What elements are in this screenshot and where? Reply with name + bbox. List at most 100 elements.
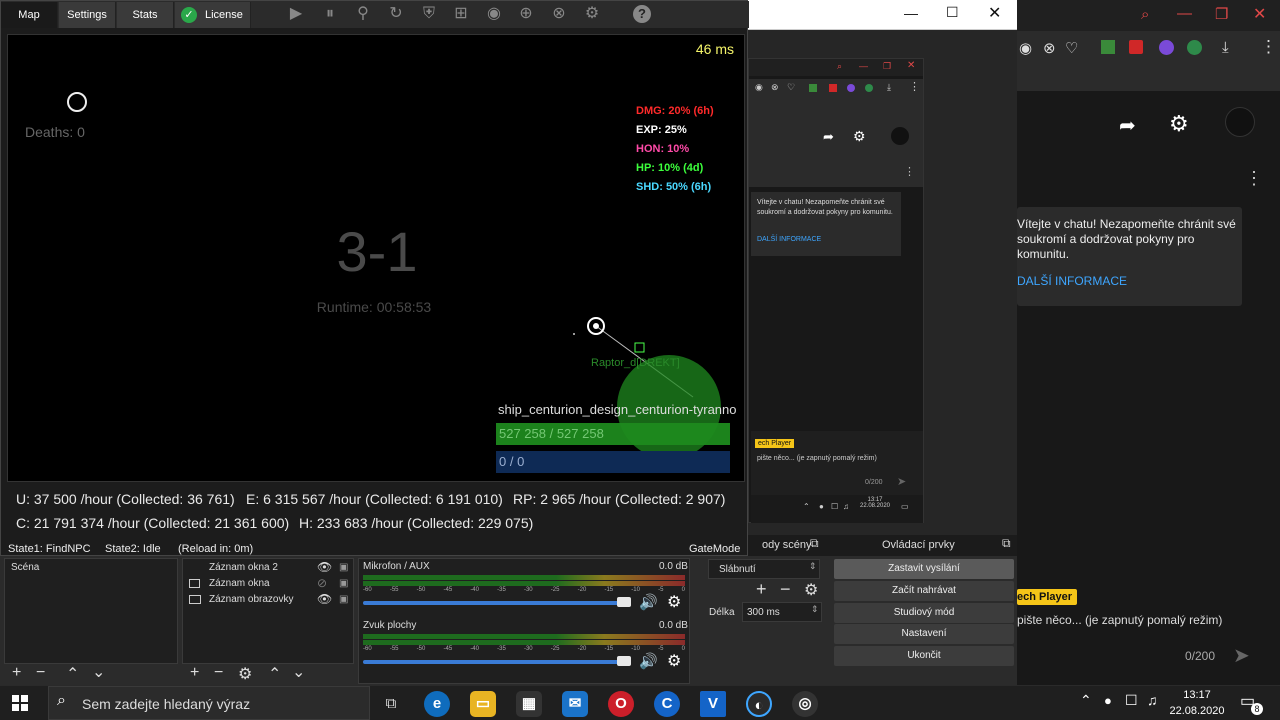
pin-icon[interactable]: ⚲ [352, 4, 374, 24]
volume-slider-handle[interactable] [617, 597, 631, 607]
refresh-icon[interactable]: ↻ [385, 4, 407, 24]
tab-stats[interactable]: Stats [117, 2, 174, 28]
volume-slider[interactable] [363, 660, 631, 664]
restore-icon[interactable]: ❐ [1215, 5, 1228, 23]
close-circle-icon[interactable]: ⊗ [548, 4, 570, 24]
spin-arrows-icon[interactable]: ⇕ [811, 604, 819, 615]
taskbar: ⌕ Sem zadejte hledaný výraz ⧉ e ▭ ▦ ✉ O … [0, 685, 1280, 720]
undock-icon[interactable]: ⧉ [810, 536, 819, 551]
help-icon[interactable]: ? [633, 5, 651, 23]
scene-item[interactable]: Scéna [11, 562, 39, 573]
volume-meter [363, 575, 685, 580]
send-icon[interactable]: ➤ [1233, 643, 1250, 668]
shield-icon[interactable]: ⛨ [418, 4, 440, 24]
extension-purple-icon[interactable] [1159, 40, 1174, 55]
studio-mode-button[interactable]: Studiový mód [834, 603, 1014, 623]
mail-icon[interactable]: ✉ [562, 691, 588, 717]
obs-icon[interactable]: ◎ [792, 691, 818, 717]
app-c-icon[interactable]: C [654, 691, 680, 717]
share-icon[interactable]: ➦ [1119, 113, 1136, 138]
avatar[interactable] [1225, 107, 1255, 137]
pause-icon[interactable]: ⏸ [319, 4, 341, 24]
chat-menu-icon[interactable]: ⋮ [1245, 168, 1263, 189]
extension-red-icon[interactable] [1129, 40, 1143, 54]
add-icon[interactable]: + [190, 664, 199, 682]
remove-icon[interactable]: − [36, 664, 45, 682]
move-down-icon[interactable]: ⌄ [92, 662, 105, 682]
chat-input[interactable]: pište něco... (je zapnutý pomalý režim) [1017, 613, 1222, 627]
volume-meter [363, 581, 685, 586]
opera-icon[interactable]: O [608, 691, 634, 717]
lock-icon[interactable]: ▣ [339, 578, 348, 589]
eye-icon[interactable]: ◉ [483, 4, 505, 24]
minimap[interactable]: 46 ms Deaths: 0 DMG: 20% (6h) EXP: 25% H… [7, 34, 745, 482]
remove-icon[interactable]: − [214, 664, 223, 682]
close-icon[interactable]: ✕ [1253, 4, 1266, 24]
edge-icon[interactable]: e [424, 691, 450, 717]
meter-tick: -15 [604, 587, 614, 593]
tray-chevron-icon[interactable]: ⌃ [1080, 692, 1092, 709]
grid-icon[interactable]: ⊞ [450, 4, 472, 24]
windows-start-icon[interactable] [12, 695, 28, 711]
volume-slider[interactable] [363, 601, 631, 605]
npc-dot [573, 333, 575, 335]
move-up-icon[interactable]: ⌃ [268, 664, 281, 684]
tab-map[interactable]: Map [1, 2, 58, 28]
gear-icon[interactable]: ⚙ [581, 4, 603, 24]
duration-input[interactable]: 300 ms ⇕ [742, 602, 822, 622]
gear-icon[interactable]: ⚙ [1169, 111, 1189, 137]
settings-button[interactable]: Nastavení [834, 624, 1014, 644]
minimize-icon[interactable]: — [1177, 5, 1192, 22]
search-icon[interactable]: ⌕ [1141, 6, 1149, 23]
extension-icon[interactable] [1101, 40, 1115, 54]
tab-license[interactable]: ✓ License [175, 2, 251, 28]
gear-icon[interactable]: ⚙ [667, 592, 681, 612]
eye-hidden-icon[interactable]: ⊘ [317, 576, 327, 590]
minimize-icon[interactable]: — [904, 5, 918, 21]
stop-stream-button[interactable]: Zastavit vysílání [834, 559, 1014, 579]
close-icon[interactable]: ✕ [988, 3, 1001, 23]
move-up-icon[interactable]: ⌃ [66, 664, 79, 684]
extension-green-icon[interactable] [1187, 40, 1202, 55]
file-explorer-icon[interactable]: ▭ [470, 691, 496, 717]
source-item[interactable]: Záznam obrazovky 👁 ▣ [187, 592, 351, 610]
task-view-icon[interactable]: ⧉ [378, 691, 404, 717]
microphone-icon[interactable]: ● [1104, 693, 1112, 708]
start-recording-button[interactable]: Začít nahrávat [834, 581, 1014, 601]
chat-more-link[interactable]: DALŠÍ INFORMACE [1017, 274, 1127, 288]
eye-icon[interactable]: 👁 [317, 592, 332, 606]
undock-icon[interactable]: ⧉ [1002, 536, 1011, 551]
lock-icon[interactable]: ▣ [339, 562, 348, 573]
exit-button[interactable]: Ukončit [834, 646, 1014, 666]
menu-dots-icon[interactable]: ⋮ [1260, 37, 1277, 57]
speaker-icon[interactable]: 🔊 [639, 593, 658, 611]
clock[interactable]: 13:17 22.08.2020 [1168, 686, 1226, 720]
play-icon[interactable]: ▶ [285, 4, 307, 24]
add-icon[interactable]: + [756, 579, 767, 600]
store-icon[interactable]: ▦ [516, 691, 542, 717]
taskbar-search[interactable]: ⌕ Sem zadejte hledaný výraz [48, 686, 370, 720]
globe-icon[interactable]: ⊕ [515, 4, 537, 24]
volume-icon[interactable]: ♫ [1147, 692, 1158, 708]
gear-icon[interactable]: ⚙ [667, 651, 681, 671]
download-icon[interactable]: ⤓ [1222, 39, 1229, 56]
preview-more-link: DALŠÍ INFORMACE [757, 236, 822, 243]
add-icon[interactable]: + [12, 664, 21, 682]
remove-icon[interactable]: − [780, 579, 791, 600]
gear-icon[interactable]: ⚙ [804, 580, 818, 600]
transition-select[interactable]: Slábnutí ⇕ [708, 559, 820, 579]
volume-slider-handle[interactable] [617, 656, 631, 666]
speaker-icon[interactable]: 🔊 [639, 652, 658, 670]
lock-icon[interactable]: ▣ [339, 594, 348, 605]
app-v-icon[interactable]: V [700, 691, 726, 717]
move-down-icon[interactable]: ⌄ [292, 662, 305, 682]
block-icon[interactable]: ⊗ [1043, 39, 1056, 57]
tab-settings[interactable]: Settings [59, 2, 116, 28]
gear-icon[interactable]: ⚙ [238, 664, 252, 684]
heart-icon[interactable]: ♡ [1065, 39, 1078, 57]
network-icon[interactable]: ☐ [1125, 692, 1138, 709]
camera-icon[interactable]: ◉ [1019, 39, 1032, 57]
maximize-icon[interactable]: ☐ [946, 4, 959, 21]
app-bot-icon[interactable]: ◐ [746, 691, 772, 717]
eye-icon[interactable]: 👁 [317, 560, 332, 574]
